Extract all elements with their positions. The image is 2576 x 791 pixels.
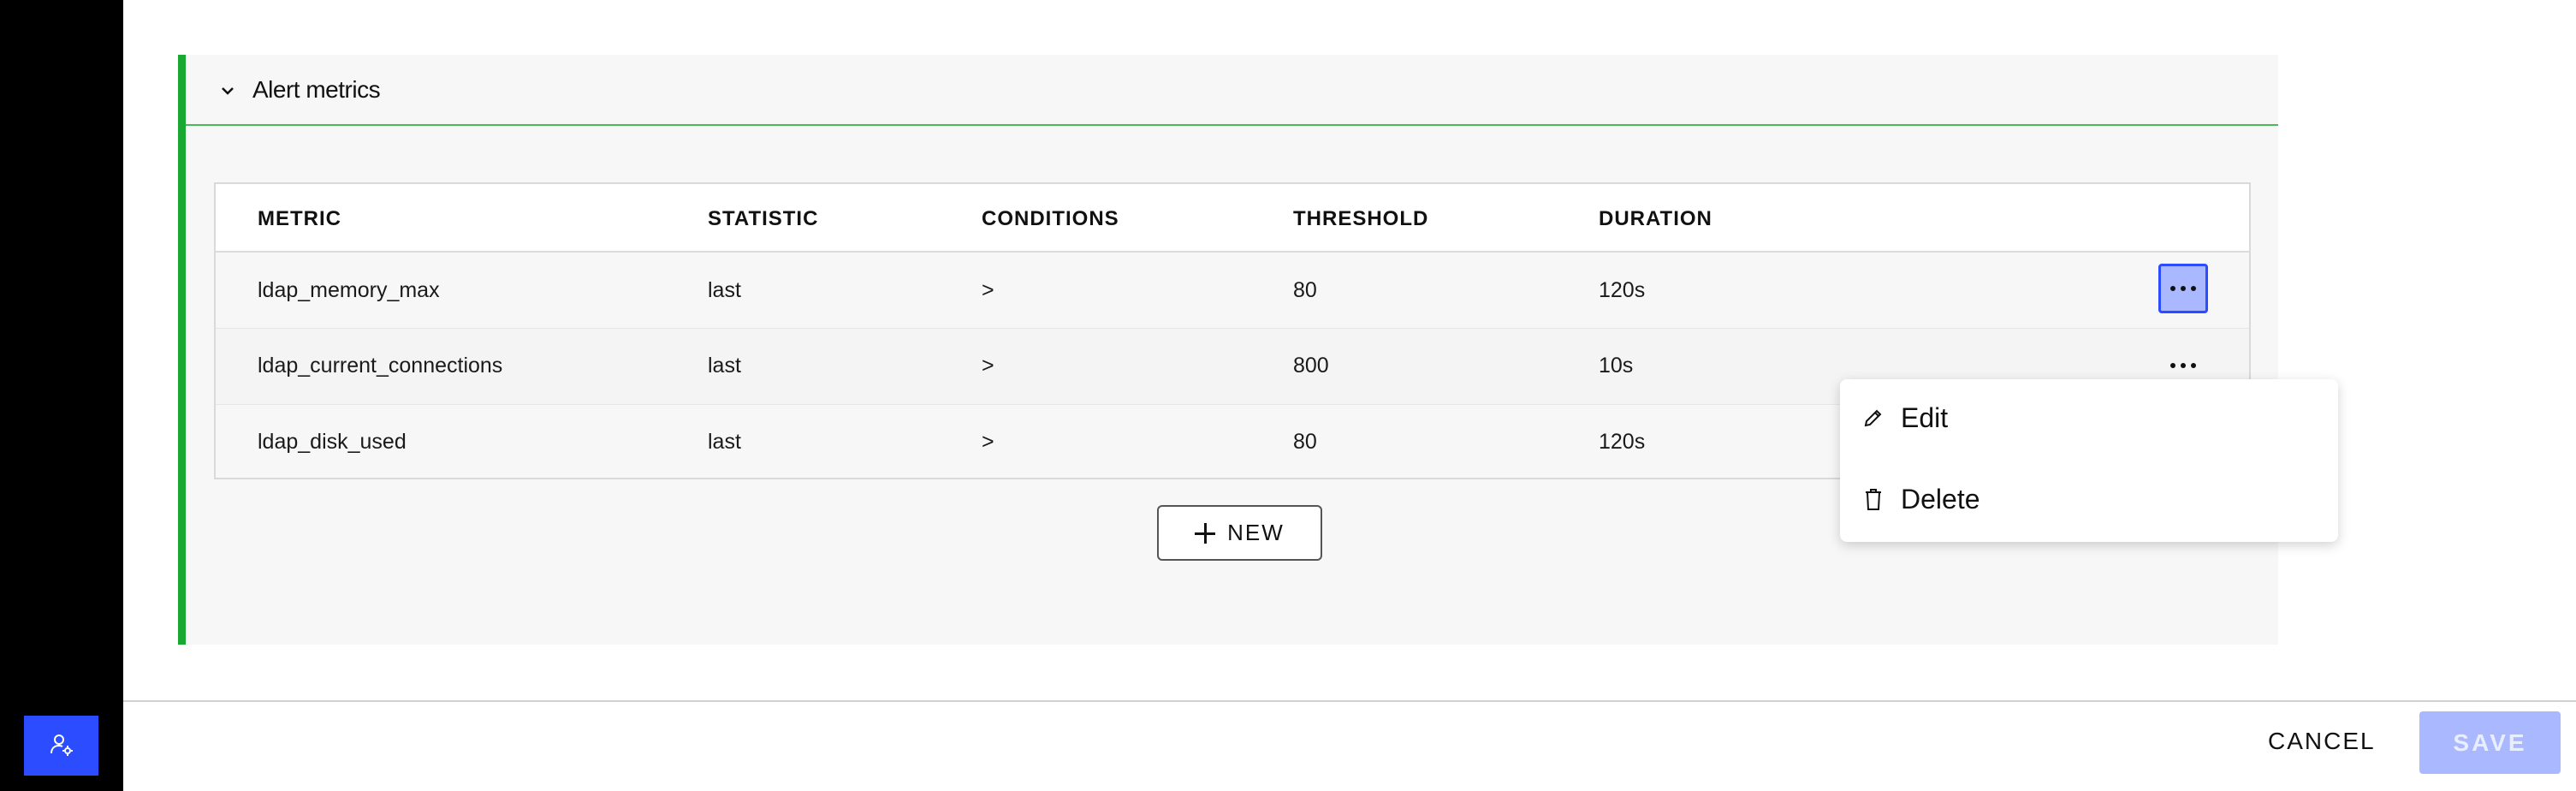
menu-item-delete[interactable]: Delete	[1840, 461, 2338, 538]
plus-icon	[1195, 522, 1216, 544]
new-button-label: NEW	[1227, 520, 1285, 545]
conditions-cell: >	[982, 430, 994, 454]
duration-cell: 120s	[1599, 278, 1646, 302]
panel-title: Alert metrics	[252, 76, 381, 103]
column-header-statistic: STATISTIC	[708, 207, 819, 230]
threshold-cell: 800	[1293, 354, 1329, 378]
threshold-cell: 80	[1293, 278, 1317, 302]
menu-item-label: Delete	[1901, 483, 1980, 514]
column-header-threshold: THRESHOLD	[1293, 207, 1429, 230]
sidebar	[0, 0, 123, 791]
column-header-metric: METRIC	[258, 207, 341, 230]
column-header-duration: DURATION	[1599, 207, 1712, 230]
alert-metrics-panel: Alert metrics METRIC STATISTIC CONDITION…	[178, 55, 2338, 645]
table-row: ldap_memory_max last > 80 120s	[216, 253, 2249, 328]
duration-cell: 10s	[1599, 354, 1634, 378]
conditions-cell: >	[982, 354, 994, 378]
metric-cell: ldap_current_connections	[258, 354, 503, 378]
more-horizontal-icon	[2170, 286, 2196, 291]
statistic-cell: last	[708, 278, 741, 302]
cancel-button[interactable]: CANCEL	[2268, 728, 2376, 755]
user-settings-icon	[49, 732, 74, 760]
column-header-conditions: CONDITIONS	[982, 207, 1119, 230]
metric-cell: ldap_memory_max	[258, 278, 440, 302]
row-actions-button[interactable]	[2158, 264, 2208, 313]
duration-cell: 120s	[1599, 430, 1646, 454]
main-content: Alert metrics METRIC STATISTIC CONDITION…	[123, 0, 2576, 791]
table-header: METRIC STATISTIC CONDITIONS THRESHOLD DU…	[216, 184, 2249, 253]
pencil-icon	[1861, 406, 1885, 430]
save-button[interactable]: SAVE	[2419, 711, 2561, 774]
threshold-cell: 80	[1293, 430, 1317, 454]
statistic-cell: last	[708, 430, 741, 454]
metric-cell: ldap_disk_used	[258, 430, 407, 454]
conditions-cell: >	[982, 278, 994, 302]
trash-icon	[1861, 487, 1885, 511]
footer-divider	[123, 700, 2576, 702]
row-actions-menu: Edit Delete	[1840, 379, 2338, 542]
menu-item-label: Edit	[1901, 401, 1949, 433]
statistic-cell: last	[708, 354, 741, 378]
panel-header[interactable]: Alert metrics	[186, 55, 2278, 126]
chevron-down-icon[interactable]	[217, 80, 238, 101]
more-horizontal-icon	[2170, 363, 2196, 368]
user-settings-button[interactable]	[24, 716, 98, 776]
new-metric-button[interactable]: NEW	[1157, 505, 1322, 561]
menu-item-edit[interactable]: Edit	[1840, 379, 2338, 456]
